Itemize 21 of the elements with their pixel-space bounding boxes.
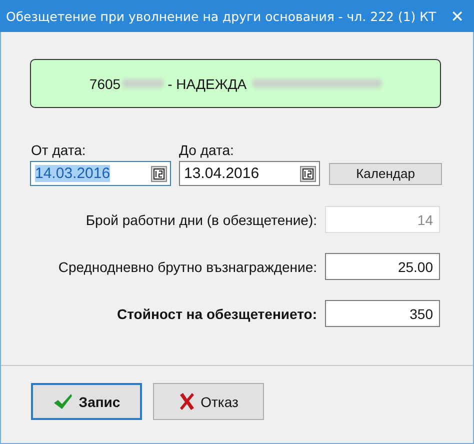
- calendar-icon[interactable]: [151, 166, 167, 182]
- calendar-button[interactable]: Календар: [329, 162, 442, 184]
- close-button[interactable]: ✕: [450, 6, 464, 26]
- cross-icon: [178, 393, 195, 410]
- check-icon: [52, 392, 73, 410]
- input-field[interactable]: 25.00: [325, 253, 440, 280]
- date-label: До дата:: [179, 142, 235, 158]
- cancel-button[interactable]: Отказ: [153, 383, 264, 420]
- employee-id: 7605: [89, 76, 121, 92]
- date-field[interactable]: 14.03.2016: [30, 161, 171, 186]
- field-label: Стойност на обезщетението:: [117, 306, 317, 322]
- date-label: От дата:: [31, 142, 87, 158]
- field-label: Среднодневно брутно възнаграждение:: [58, 258, 317, 274]
- blurred-text: [122, 79, 164, 88]
- employee-name: - НАДЕЖДА: [168, 76, 247, 92]
- date-field[interactable]: 13.04.2016: [179, 161, 320, 186]
- field-label: Брой работни дни (в обезщетение):: [86, 212, 317, 228]
- save-button[interactable]: Запис: [31, 383, 142, 420]
- input-field[interactable]: 350: [325, 300, 440, 327]
- calendar-icon[interactable]: [300, 166, 316, 182]
- window-title: Обезщетение при уволнение на други основания - чл. 222 (1) КТ: [6, 8, 436, 24]
